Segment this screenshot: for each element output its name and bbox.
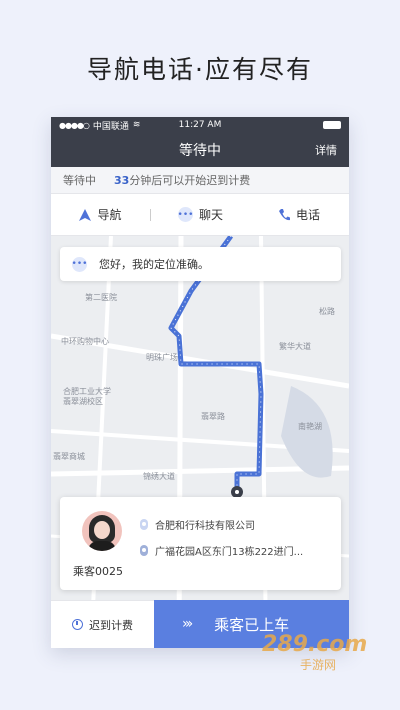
driver-message-bubble: ••• 您好，我的定位准确。 <box>60 247 341 281</box>
clock-icon <box>72 619 83 630</box>
status-bar: ●●●●○ 中国联通 ≋ 11:27 AM <box>51 117 349 133</box>
action-bar: 导航 ••• 聊天 电话 <box>51 194 349 236</box>
phone-icon <box>278 208 290 220</box>
page-headline: 导航电话·应有尽有 <box>87 55 313 84</box>
minutes-count: 33 <box>114 174 130 187</box>
wifi-icon: ≋ <box>132 120 141 130</box>
late-fee-notice: 33分钟后可以开始迟到计费 <box>114 172 250 188</box>
double-chevron-icon: »› <box>182 616 193 632</box>
message-icon: ••• <box>72 256 87 272</box>
phone-screen: ●●●●○ 中国联通 ≋ 11:27 AM 等待中 详情 等待中 33分钟后可以… <box>51 117 349 648</box>
late-fee-message: 分钟后可以开始迟到计费 <box>129 174 251 187</box>
passenger-avatar <box>82 511 122 551</box>
map-poi: 翡翠路 <box>201 412 225 421</box>
driver-message-text: 您好，我的定位准确。 <box>99 258 209 271</box>
map-view[interactable]: 第二医院 中环购物中心 明珠广场 合肥工业大学 翡翠湖校区 翡翠商城 锦绣大道 … <box>51 236 349 648</box>
start-pin-icon <box>140 519 148 530</box>
passenger-name: 乘客0025 <box>73 565 123 578</box>
end-pin-icon <box>140 545 148 556</box>
navigate-button[interactable]: 导航 <box>51 206 150 223</box>
battery-icon <box>323 121 341 129</box>
waiting-status: 等待中 <box>63 174 96 187</box>
detail-button[interactable]: 详情 <box>315 142 337 158</box>
map-poi: 中环购物中心 <box>61 337 109 346</box>
start-address-row: 合肥和行科技有限公司 <box>140 517 255 532</box>
nav-bar: 等待中 详情 <box>51 133 349 167</box>
waiting-info-bar: 等待中 33分钟后可以开始迟到计费 <box>51 167 349 194</box>
map-poi: 明珠广场 <box>146 353 178 362</box>
late-fee-label: 迟到计费 <box>89 618 133 632</box>
map-poi: 锦绣大道 <box>143 472 175 481</box>
end-address-row: 广福花园A区东门13栋222进门... <box>140 543 303 558</box>
chat-bubble-icon: ••• <box>178 207 193 222</box>
map-poi: 松路 <box>319 307 335 316</box>
map-poi: 繁华大道 <box>279 342 311 351</box>
phone-button[interactable]: 电话 <box>250 206 349 223</box>
map-poi: 翡翠湖校区 <box>63 397 103 406</box>
carrier-label: 中国联通 <box>92 121 129 132</box>
phone-label: 电话 <box>295 208 320 222</box>
chat-label: 聊天 <box>198 208 223 222</box>
navigate-arrow-icon <box>79 208 92 221</box>
signal-icon: ●●●●○ <box>59 120 90 130</box>
site-watermark: 289.com <box>262 632 368 657</box>
start-address: 合肥和行科技有限公司 <box>155 521 255 532</box>
passenger-card: 乘客0025 合肥和行科技有限公司 广福花园A区东门13栋222进门... <box>60 497 341 590</box>
chat-button[interactable]: ••• 聊天 <box>151 206 250 223</box>
map-poi: 翡翠商城 <box>53 452 85 461</box>
map-poi: 第二医院 <box>85 293 117 302</box>
late-fee-button[interactable]: 迟到计费 <box>51 600 154 648</box>
site-watermark-sub: 手游网 <box>300 658 337 672</box>
end-address: 广福花园A区东门13栋222进门... <box>155 547 304 558</box>
page-title: 等待中 <box>179 143 221 159</box>
navigate-label: 导航 <box>97 208 122 222</box>
map-poi: 南艳湖 <box>298 422 322 431</box>
